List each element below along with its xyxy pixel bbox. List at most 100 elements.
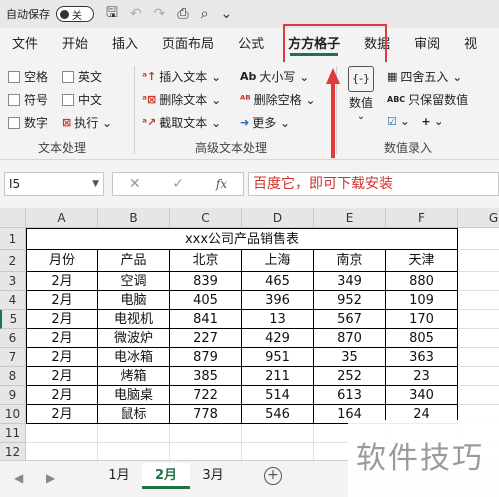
table-cell[interactable]: 2月 bbox=[26, 348, 98, 367]
row-header[interactable]: 4 bbox=[0, 291, 26, 310]
row-header[interactable]: 10 bbox=[0, 405, 26, 424]
table-cell[interactable]: 227 bbox=[170, 329, 242, 348]
column-header[interactable]: D bbox=[242, 208, 314, 228]
checkbox-box[interactable] bbox=[62, 93, 74, 106]
undo-icon[interactable]: ↶ bbox=[130, 6, 142, 22]
row-header[interactable]: 11 bbox=[0, 424, 26, 443]
tab-view[interactable]: 视 bbox=[452, 28, 489, 62]
empty-cell[interactable] bbox=[458, 250, 499, 272]
checkbox-english[interactable]: 英文 bbox=[62, 68, 102, 85]
table-header-cell[interactable]: 产品 bbox=[98, 250, 170, 272]
row-header[interactable]: 7 bbox=[0, 348, 26, 367]
column-header[interactable]: G bbox=[458, 208, 499, 228]
table-cell[interactable]: 340 bbox=[386, 386, 458, 405]
redo-icon[interactable]: ↷ bbox=[154, 6, 166, 22]
table-cell[interactable]: 870 bbox=[314, 329, 386, 348]
sheet-tab-mar[interactable]: 3月 bbox=[190, 463, 236, 489]
tab-file[interactable]: 文件 bbox=[0, 28, 50, 62]
checkbox-box[interactable] bbox=[8, 93, 20, 106]
table-header-cell[interactable]: 北京 bbox=[170, 250, 242, 272]
table-cell[interactable]: 109 bbox=[386, 291, 458, 310]
row-header[interactable]: 1 bbox=[0, 228, 26, 250]
table-cell[interactable]: 电冰箱 bbox=[98, 348, 170, 367]
table-cell[interactable]: 微波炉 bbox=[98, 329, 170, 348]
keep-values-button[interactable]: ABC 只保留数值 bbox=[387, 91, 468, 108]
table-cell[interactable]: 211 bbox=[242, 367, 314, 386]
insert-function-icon[interactable]: fx bbox=[216, 177, 227, 191]
tab-page-layout[interactable]: 页面布局 bbox=[150, 28, 226, 62]
prev-sheet-icon[interactable]: ◀ bbox=[14, 471, 23, 485]
table-cell[interactable]: 429 bbox=[242, 329, 314, 348]
empty-cell[interactable] bbox=[98, 443, 170, 460]
row-header[interactable]: 5 bbox=[0, 310, 26, 329]
checkbox-symbol[interactable]: 符号 bbox=[8, 91, 48, 108]
empty-cell[interactable] bbox=[242, 424, 314, 443]
sheet-tab-jan[interactable]: 1月 bbox=[96, 463, 142, 489]
table-cell[interactable]: 电脑桌 bbox=[98, 386, 170, 405]
empty-cell[interactable] bbox=[170, 424, 242, 443]
tab-insert[interactable]: 插入 bbox=[100, 28, 150, 62]
confirm-icon[interactable]: ✓ bbox=[172, 176, 184, 192]
table-cell[interactable]: 252 bbox=[314, 367, 386, 386]
table-cell[interactable]: 349 bbox=[314, 272, 386, 291]
save-icon[interactable]: 🖫 bbox=[106, 2, 118, 26]
table-cell[interactable]: 电视机 bbox=[98, 310, 170, 329]
table-cell[interactable]: 2月 bbox=[26, 291, 98, 310]
row-header[interactable]: 6 bbox=[0, 329, 26, 348]
row-header[interactable]: 8 bbox=[0, 367, 26, 386]
chevron-down-icon[interactable]: ⌄ bbox=[400, 114, 422, 128]
table-cell[interactable]: 778 bbox=[170, 405, 242, 424]
row-header[interactable]: 12 bbox=[0, 443, 26, 460]
add-sheet-icon[interactable]: + bbox=[264, 467, 282, 485]
empty-cell[interactable] bbox=[458, 386, 499, 405]
row-header[interactable]: 9 bbox=[0, 386, 26, 405]
file-export-icon[interactable]: ⎙ bbox=[177, 6, 188, 22]
empty-cell[interactable] bbox=[458, 310, 499, 329]
round-button[interactable]: ▦ 四舍五入 ⌄ bbox=[387, 68, 462, 85]
row-header[interactable]: 2 bbox=[0, 250, 26, 272]
table-cell[interactable]: 2月 bbox=[26, 405, 98, 424]
checkbox-space[interactable]: 空格 bbox=[8, 68, 48, 85]
table-cell[interactable]: 465 bbox=[242, 272, 314, 291]
table-cell[interactable]: 23 bbox=[386, 367, 458, 386]
tab-formulas[interactable]: 公式 bbox=[226, 28, 276, 62]
table-cell[interactable]: 952 bbox=[314, 291, 386, 310]
table-header-cell[interactable]: 天津 bbox=[386, 250, 458, 272]
tab-home[interactable]: 开始 bbox=[50, 28, 100, 62]
column-header[interactable]: B bbox=[98, 208, 170, 228]
table-cell[interactable]: 2月 bbox=[26, 329, 98, 348]
empty-cell[interactable] bbox=[458, 329, 499, 348]
empty-cell[interactable] bbox=[242, 443, 314, 460]
customize-toolbar-icon[interactable]: ⌄ bbox=[220, 6, 232, 22]
insert-text-button[interactable]: ᵃ↑ 插入文本 ⌄ bbox=[142, 68, 221, 85]
empty-cell[interactable] bbox=[26, 443, 98, 460]
table-cell[interactable]: 613 bbox=[314, 386, 386, 405]
execute-button[interactable]: ⊠ 执行 ⌄ bbox=[62, 114, 112, 131]
empty-cell[interactable] bbox=[458, 367, 499, 386]
table-title[interactable]: xxx公司产品销售表 bbox=[26, 228, 458, 250]
next-sheet-icon[interactable]: ▶ bbox=[46, 471, 55, 485]
table-header-cell[interactable]: 南京 bbox=[314, 250, 386, 272]
table-cell[interactable]: 电脑 bbox=[98, 291, 170, 310]
delete-space-button[interactable]: ᴬᴮ 删除空格 ⌄ bbox=[240, 91, 316, 108]
table-cell[interactable]: 514 bbox=[242, 386, 314, 405]
empty-cell[interactable] bbox=[458, 272, 499, 291]
table-cell[interactable]: 2月 bbox=[26, 272, 98, 291]
table-cell[interactable]: 烤箱 bbox=[98, 367, 170, 386]
empty-cell[interactable] bbox=[26, 424, 98, 443]
table-cell[interactable]: 951 bbox=[242, 348, 314, 367]
table-cell[interactable]: 2月 bbox=[26, 310, 98, 329]
column-header[interactable]: F bbox=[386, 208, 458, 228]
column-header[interactable]: E bbox=[314, 208, 386, 228]
print-preview-icon[interactable]: ⌕ bbox=[201, 6, 209, 22]
chevron-down-icon[interactable]: ⌄ bbox=[434, 114, 444, 128]
empty-cell[interactable] bbox=[98, 424, 170, 443]
cancel-icon[interactable]: ✕ bbox=[129, 176, 141, 192]
edit-check-icon[interactable]: ☑ bbox=[387, 115, 397, 128]
table-cell[interactable]: 363 bbox=[386, 348, 458, 367]
column-header[interactable]: A bbox=[26, 208, 98, 228]
delete-text-button[interactable]: ᵃ⊠ 删除文本 ⌄ bbox=[142, 91, 221, 108]
column-header[interactable]: C bbox=[170, 208, 242, 228]
table-cell[interactable]: 2月 bbox=[26, 367, 98, 386]
table-cell[interactable]: 空调 bbox=[98, 272, 170, 291]
